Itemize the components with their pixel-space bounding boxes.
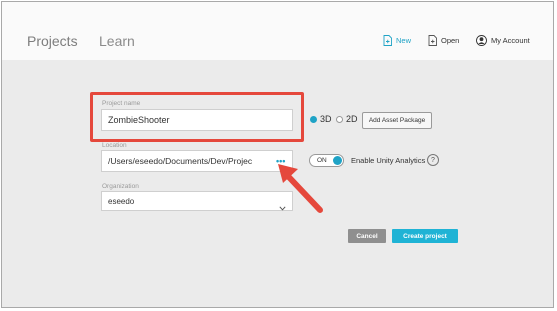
project-name-highlight — [90, 92, 304, 142]
open-file-icon — [428, 35, 437, 46]
new-button[interactable]: New — [383, 35, 411, 46]
help-icon[interactable]: ? — [427, 154, 439, 166]
radio-2d[interactable] — [336, 116, 343, 123]
unity-hub-window: Projects Learn New Open My Account Proje… — [1, 1, 554, 308]
location-label: Location — [102, 142, 127, 149]
radio-3d[interactable] — [310, 116, 317, 123]
create-project-button[interactable]: Create project — [392, 229, 458, 243]
tab-projects[interactable]: Projects — [27, 33, 78, 49]
open-label: Open — [441, 36, 460, 45]
account-label: My Account — [491, 36, 530, 45]
new-file-icon — [383, 35, 392, 46]
account-icon — [476, 35, 487, 46]
location-input[interactable]: /Users/eseedo/Documents/Dev/Projec — [101, 150, 293, 172]
cancel-button[interactable]: Cancel — [348, 229, 386, 243]
header-bar: Projects Learn New Open My Account — [2, 2, 553, 60]
organization-label: Organization — [102, 183, 139, 190]
tab-learn[interactable]: Learn — [99, 33, 135, 49]
my-account-button[interactable]: My Account — [476, 35, 530, 46]
open-button[interactable]: Open — [428, 35, 459, 46]
radio-2d-label: 2D — [346, 114, 358, 124]
toggle-knob — [333, 156, 342, 165]
add-asset-package-button[interactable]: Add Asset Package — [362, 112, 432, 129]
radio-3d-label: 3D — [320, 114, 332, 124]
analytics-label: Enable Unity Analytics — [351, 156, 426, 165]
organization-select[interactable]: eseedo — [101, 191, 293, 211]
new-label: New — [396, 36, 412, 45]
arrow-annotation-icon — [272, 162, 330, 223]
